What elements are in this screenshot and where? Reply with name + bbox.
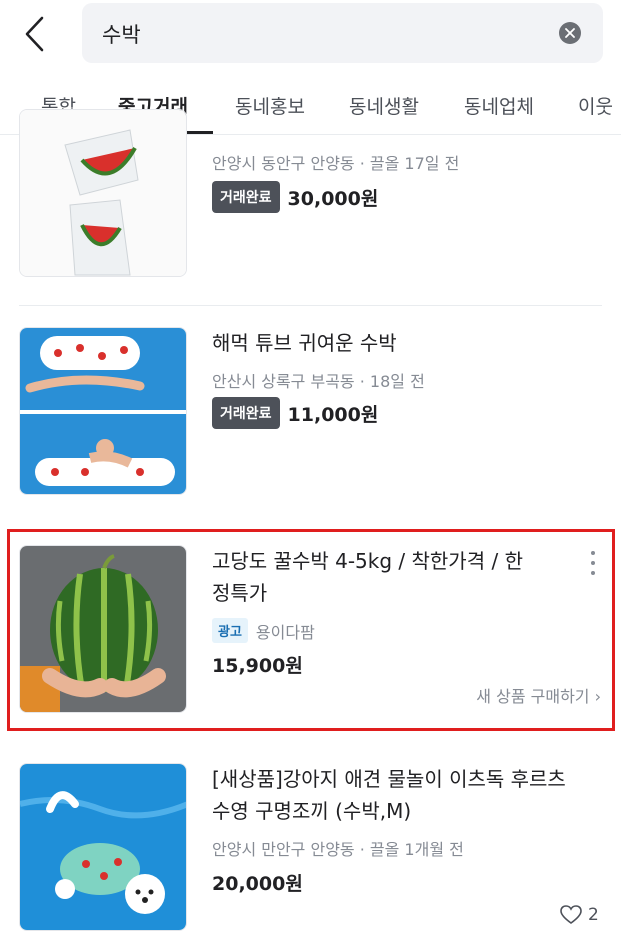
dog-life-vest-image [20,764,186,930]
item-price-row: 거래완료 11,000원 [212,397,378,429]
watermelon-bag-image [20,110,186,276]
more-vertical-icon [588,551,598,575]
item-price-row: 거래완료 30,000원 [212,181,378,213]
item-location-time: 안양시 동안구 안양동 · 끌올 17일 전 [212,154,460,173]
tab-local-life[interactable]: 동네생활 [349,92,419,119]
item-price: 11,000원 [287,403,379,426]
like-count-value: 2 [588,905,599,925]
heart-icon [560,905,582,924]
like-count[interactable]: 2 [560,905,599,925]
item-thumbnail [19,109,187,277]
item-thumbnail [19,327,187,495]
status-badge: 거래완료 [212,181,280,213]
search-query: 수박 [102,23,141,47]
header: 수박 [0,0,621,78]
tab-neighbors[interactable]: 이웃 [578,92,613,119]
item-title: [새상품]강아지 애견 물놀이 이츠독 후르츠 [212,767,566,791]
pool-float-image [20,328,186,494]
item-title: 해먹 튜브 귀여운 수박 [212,331,397,355]
buy-new-product-link[interactable]: 새 상품 구매하기 › [476,683,601,707]
back-button[interactable] [18,14,54,54]
item-title-continued: 수영 구명조끼 (수박,M) [212,799,412,823]
status-badge: 거래완료 [212,397,280,429]
seller-name: 용이다팜 [255,622,315,642]
item-price: 30,000원 [287,187,379,210]
back-arrow-icon [25,16,44,52]
clear-search-button[interactable] [559,22,581,44]
tab-local-promo[interactable]: 동네홍보 [235,92,305,119]
more-options-button[interactable] [588,551,598,579]
tab-local-business[interactable]: 동네업체 [464,92,534,119]
ad-seller-row: 광고 용이다팜 [212,618,315,643]
divider [19,305,602,306]
clear-icon [565,28,575,38]
item-title-continued: 정특가 [212,581,268,605]
item-price: 15,900원 [212,655,303,677]
item-thumbnail [19,545,187,713]
item-price: 20,000원 [212,873,303,895]
item-location-time: 안산시 상록구 부곡동 · 18일 전 [212,372,425,391]
item-title: 고당도 꿀수박 4-5kg / 착한가격 / 한 [212,549,523,573]
item-location-time: 안양시 만안구 안양동 · 끌올 1개월 전 [212,840,464,859]
watermelon-image [20,546,186,712]
search-input[interactable]: 수박 [82,3,603,63]
item-thumbnail [19,763,187,931]
ad-badge: 광고 [212,618,248,643]
